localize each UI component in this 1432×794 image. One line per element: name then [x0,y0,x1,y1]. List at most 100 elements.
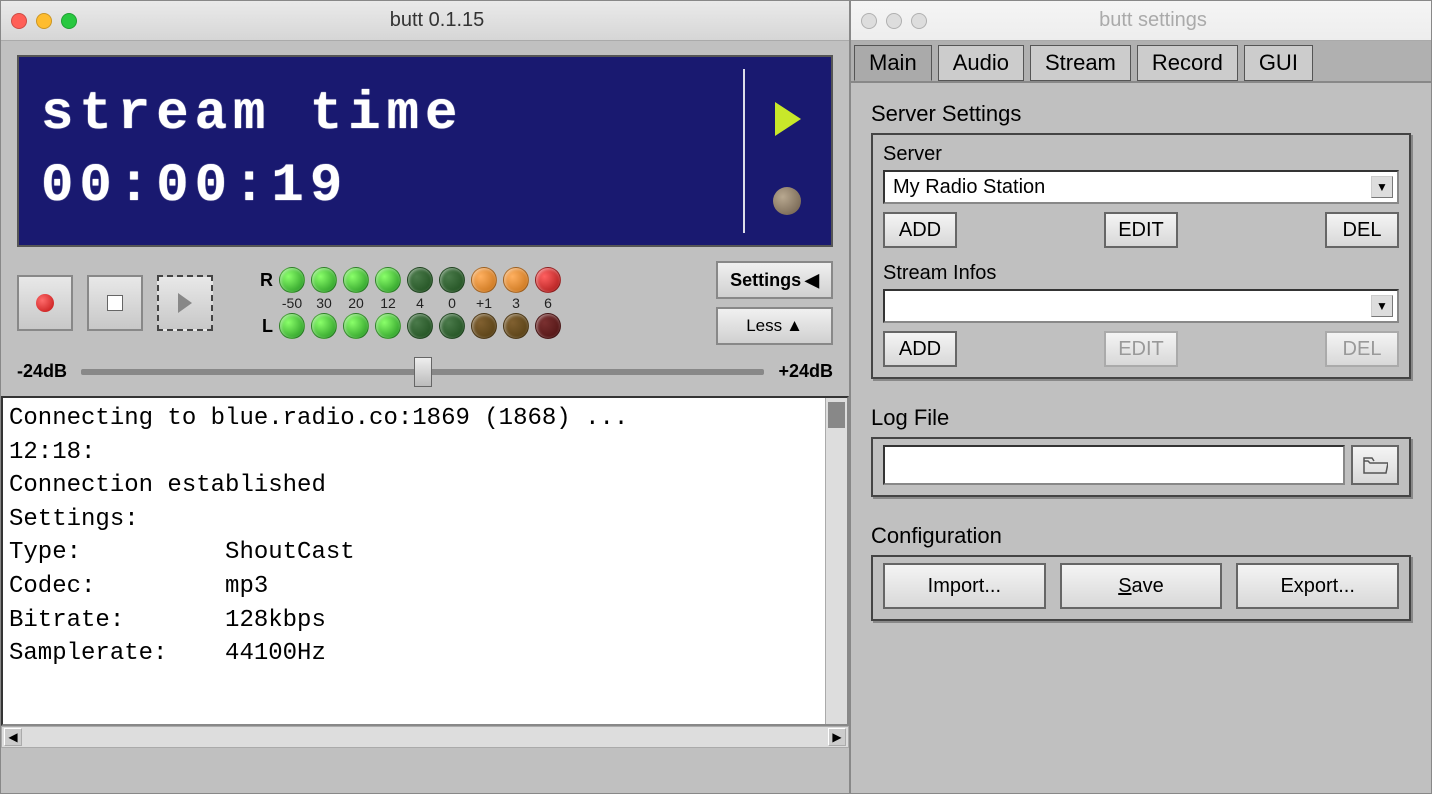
vertical-scrollbar[interactable] [825,398,847,724]
stop-button[interactable] [87,275,143,331]
led [375,267,401,293]
server-select-value: My Radio Station [893,176,1045,199]
tab-stream[interactable]: Stream [1030,45,1131,81]
tab-label: Main [869,50,917,76]
play-indicator-icon [775,102,801,136]
server-add-button[interactable]: ADD [883,212,957,248]
led [535,267,561,293]
play-button[interactable] [157,275,213,331]
gain-slider-row: -24dB +24dB [1,351,849,396]
led [439,267,465,293]
configuration-panel: Import... Save Export... [871,555,1411,621]
tab-record[interactable]: Record [1137,45,1238,81]
server-settings-label: Server Settings [871,101,1411,127]
vu-tick: -50 [279,295,305,311]
less-label: Less [746,316,782,336]
log-text: Connecting to blue.radio.co:1869 (1868) … [9,405,628,667]
less-button[interactable]: Less ▲ [716,307,833,345]
vu-meter: R -50 30 20 12 4 0 +1 3 6 [231,267,698,339]
record-button[interactable] [17,275,73,331]
log-file-section: Log File [871,401,1411,497]
minimize-icon[interactable] [886,13,902,29]
led [503,313,529,339]
server-select[interactable]: My Radio Station ▼ [883,170,1399,204]
lcd-display: stream time 00:00:19 [17,55,833,247]
vu-tick: 0 [439,295,465,311]
scroll-left-icon[interactable]: ◀ [4,728,22,746]
lcd-line1: stream time [41,88,736,142]
led [471,313,497,339]
tab-label: GUI [1259,50,1298,76]
stream-infos-buttons: ADD EDIT DEL [883,331,1399,367]
stop-icon [107,295,123,311]
stream-infos-label: Stream Infos [883,262,1399,285]
settings-body: Server Settings Server My Radio Station … [851,83,1431,635]
controls-row: R -50 30 20 12 4 0 +1 3 6 [1,255,849,351]
settings-window-title: butt settings [945,9,1421,32]
led [439,313,465,339]
vu-left-label: L [251,316,273,337]
vu-tick: +1 [471,295,497,311]
record-icon [36,294,54,312]
server-label: Server [883,143,1399,166]
maximize-icon[interactable] [911,13,927,29]
tab-label: Stream [1045,50,1116,76]
led [407,267,433,293]
settings-window: butt settings Main Audio Stream Record G… [850,0,1432,794]
configuration-section: Configuration Import... Save Export... [871,519,1411,621]
gain-max-label: +24dB [778,361,833,382]
settings-tabs: Main Audio Stream Record GUI [851,41,1431,83]
led [471,267,497,293]
horizontal-scrollbar[interactable]: ◀ ▶ [1,726,849,748]
vu-left-row: L [251,313,561,339]
log-file-input[interactable] [883,445,1345,485]
stream-infos-select[interactable]: ▼ [883,289,1399,323]
server-settings-section: Server Settings Server My Radio Station … [871,97,1411,379]
server-del-button[interactable]: DEL [1325,212,1399,248]
chevron-up-icon: ▲ [786,316,803,336]
main-window: butt 0.1.15 stream time 00:00:19 R [0,0,850,794]
scroll-right-icon[interactable]: ▶ [828,728,846,746]
browse-button[interactable] [1351,445,1399,485]
vu-tick: 4 [407,295,433,311]
vu-tick: 30 [311,295,337,311]
close-icon[interactable] [11,13,27,29]
led [311,313,337,339]
tab-label: Audio [953,50,1009,76]
log-area[interactable]: Connecting to blue.radio.co:1869 (1868) … [1,396,849,726]
save-button[interactable]: Save [1060,563,1223,609]
chevron-down-icon[interactable]: ▼ [1371,176,1393,198]
chevron-down-icon[interactable]: ▼ [1371,295,1393,317]
led [279,267,305,293]
maximize-icon[interactable] [61,13,77,29]
settings-button[interactable]: Settings◀ [716,261,833,299]
scrollbar-thumb[interactable] [828,402,845,428]
server-edit-button[interactable]: EDIT [1104,212,1178,248]
configuration-label: Configuration [871,523,1411,549]
lcd-divider [743,69,745,233]
settings-label: Settings [730,270,801,291]
import-button[interactable]: Import... [883,563,1046,609]
slider-thumb[interactable] [414,357,432,387]
lcd-line2: 00:00:19 [41,160,736,214]
gain-slider[interactable] [81,369,764,375]
minimize-icon[interactable] [36,13,52,29]
window-title: butt 0.1.15 [95,9,839,32]
export-button[interactable]: Export... [1236,563,1399,609]
tab-audio[interactable]: Audio [938,45,1024,81]
transport-buttons [17,275,213,331]
vu-scale: -50 30 20 12 4 0 +1 3 6 [279,295,561,311]
traffic-lights [861,13,927,29]
tab-main[interactable]: Main [854,45,932,81]
vu-tick: 20 [343,295,369,311]
led [311,267,337,293]
stream-del-button: DEL [1325,331,1399,367]
server-settings-panel: Server My Radio Station ▼ ADD EDIT DEL S… [871,133,1411,379]
led [407,313,433,339]
log-file-panel [871,437,1411,497]
vu-right-label: R [251,270,273,291]
stream-add-button[interactable]: ADD [883,331,957,367]
tab-gui[interactable]: GUI [1244,45,1313,81]
close-icon[interactable] [861,13,877,29]
vu-tick: 6 [535,295,561,311]
